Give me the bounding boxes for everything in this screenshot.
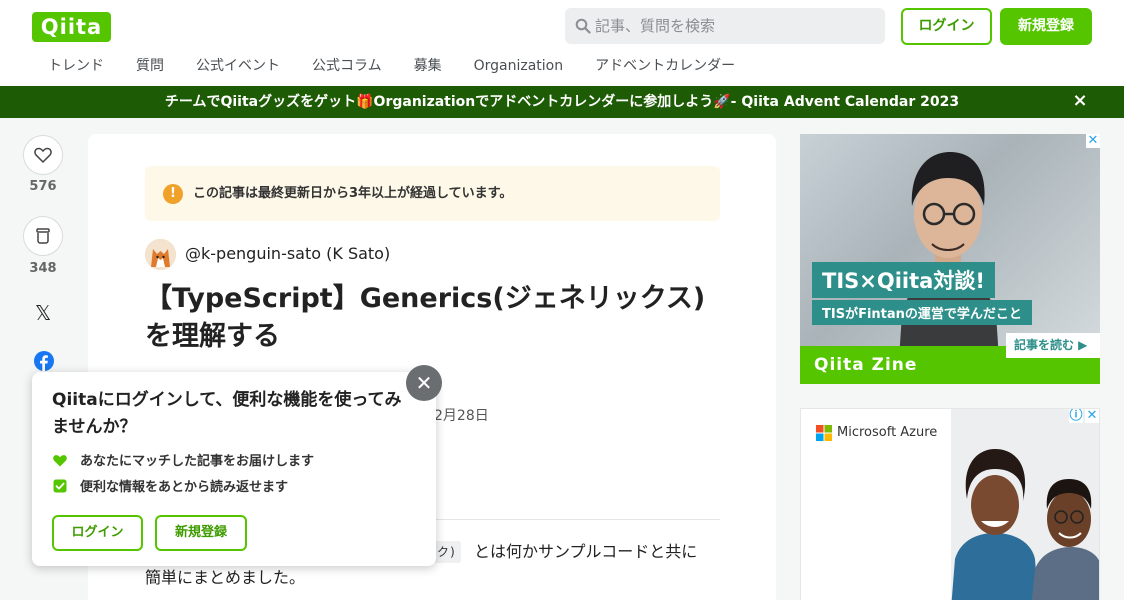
ad-close-icon[interactable]: ✕ bbox=[1086, 134, 1100, 148]
banner-text[interactable]: チームでQiitaグッズをゲット🎁Organizationでアドベントカレンダー… bbox=[165, 94, 959, 110]
nav-item-advent-calendar[interactable]: アドベントカレンダー bbox=[595, 56, 735, 78]
popup-feature-1: あなたにマッチした記事をお届けします bbox=[52, 452, 314, 471]
nav-item-recruitment[interactable]: 募集 bbox=[414, 56, 442, 78]
article-title: 【TypeScript】Generics(ジェネリックス)を理解する bbox=[145, 283, 706, 352]
stock-count: 348 bbox=[29, 261, 57, 276]
banner-close-icon[interactable]: × bbox=[1072, 86, 1088, 118]
ad-info-icon[interactable]: ⓘ bbox=[1069, 409, 1083, 423]
stock-icon bbox=[36, 228, 50, 244]
search-box[interactable] bbox=[565, 8, 885, 44]
popup-login-button[interactable]: ログイン bbox=[52, 515, 143, 551]
ad-caption: TIS×Qiita対談! TISがFintanの運営で学んだこと bbox=[812, 262, 1032, 325]
nav-item-official-events[interactable]: 公式イベント bbox=[196, 56, 280, 78]
author-avatar[interactable] bbox=[145, 239, 176, 270]
author-name[interactable]: @k-penguin-sato (K Sato) bbox=[185, 243, 390, 265]
heart-icon bbox=[34, 147, 52, 164]
qiita-logo[interactable]: Qiita bbox=[32, 12, 111, 42]
ad-banner-qiita-zine[interactable]: TIS×Qiita対談! TISがFintanの運営で学んだこと Qiita Z… bbox=[800, 134, 1100, 384]
body-text-line-2: 簡単にまとめました。 bbox=[145, 568, 306, 587]
ad-headline: TIS×Qiita対談! bbox=[812, 262, 995, 298]
check-icon bbox=[53, 479, 67, 493]
search-input[interactable] bbox=[595, 8, 875, 44]
like-count: 576 bbox=[29, 179, 57, 194]
ad-advertiser-name: Microsoft Azure bbox=[837, 425, 938, 440]
nav-item-organization[interactable]: Organization bbox=[474, 56, 564, 78]
fox-avatar-icon bbox=[145, 239, 176, 270]
outdated-notice: ! この記事は最終更新日から3年以上が経過しています。 bbox=[145, 166, 720, 221]
facebook-icon[interactable] bbox=[34, 351, 54, 371]
nav-item-trend[interactable]: トレンド bbox=[48, 56, 104, 78]
popup-title: Qiitaにログインして、便利な機能を使ってみませんか？ bbox=[52, 390, 402, 437]
login-button[interactable]: ログイン bbox=[901, 8, 992, 45]
notice-text: この記事は最終更新日から3年以上が経過しています。 bbox=[193, 186, 513, 201]
nav-item-official-columns[interactable]: 公式コラム bbox=[312, 56, 382, 78]
popup-feature-2: 便利な情報をあとから読み返せます bbox=[52, 478, 288, 497]
nav-item-questions[interactable]: 質問 bbox=[136, 56, 164, 78]
heart-icon bbox=[53, 455, 67, 467]
search-icon bbox=[575, 18, 591, 34]
info-icon: ! bbox=[163, 184, 183, 204]
popup-feature-1-text: あなたにマッチした記事をお届けします bbox=[80, 454, 315, 469]
ad-banner-azure[interactable]: Microsoft Azure ⓘ ✕ bbox=[800, 408, 1100, 600]
article-date: 2月28日 bbox=[434, 408, 489, 424]
announcement-banner[interactable]: チームでQiitaグッズをゲット🎁Organizationでアドベントカレンダー… bbox=[0, 86, 1124, 118]
popup-close-icon[interactable]: ✕ bbox=[406, 365, 442, 401]
popup-feature-2-text: 便利な情報をあとから読み返せます bbox=[80, 480, 289, 495]
popup-signup-button[interactable]: 新規登録 bbox=[155, 515, 247, 551]
body-text-line-1: とは何かサンプルコードと共に bbox=[474, 542, 698, 561]
person-illustration bbox=[898, 152, 1000, 374]
microsoft-logo-icon bbox=[816, 425, 832, 441]
ad-photo bbox=[951, 409, 1099, 600]
signup-button[interactable]: 新規登録 bbox=[1000, 8, 1092, 45]
main-nav: トレンド 質問 公式イベント 公式コラム 募集 Organization アドベ… bbox=[48, 56, 767, 78]
login-prompt-popup: Qiitaにログインして、便利な機能を使ってみませんか？ あなたにマッチした記事… bbox=[32, 372, 436, 566]
site-header: Qiita ログイン 新規登録 トレンド 質問 公式イベント 公式コラム 募集 … bbox=[0, 0, 1124, 86]
ad-subheadline: TISがFintanの運営で学んだこと bbox=[812, 300, 1032, 325]
ad-close-icon[interactable]: ✕ bbox=[1085, 409, 1099, 423]
x-share-icon[interactable]: 𝕏 bbox=[33, 301, 53, 325]
people-illustration bbox=[951, 409, 1099, 600]
read-article-button[interactable]: 記事を読む ▶ bbox=[1006, 333, 1100, 358]
qiita-zine-logo: Qiita Zine bbox=[814, 355, 918, 375]
